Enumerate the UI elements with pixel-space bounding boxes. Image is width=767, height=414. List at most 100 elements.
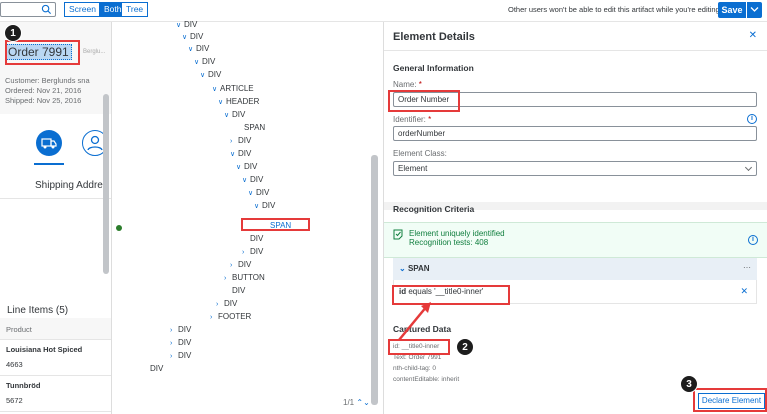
tree-node[interactable]: › DIV [230, 260, 251, 269]
table-row[interactable]: Louisiana Hot Spiced 4663 [0, 340, 111, 376]
general-info-heading: General Information [393, 63, 474, 73]
tree-node[interactable]: ∨ DIV [242, 175, 263, 184]
tree-node[interactable]: ∨ DIV [188, 44, 209, 53]
chevron-down-icon: ∨ [176, 22, 182, 29]
recognition-status-strip: Element uniquely identified Recognition … [384, 222, 767, 258]
chevron-down-icon: ∨ [194, 59, 200, 66]
tree-node[interactable]: ∨ DIV [194, 57, 215, 66]
top-toolbar: Screen Both Tree Other users won't be ab… [0, 0, 767, 22]
chevron-right-icon: › [216, 301, 219, 308]
chevron-down-icon: ∨ [188, 46, 194, 53]
divider [384, 50, 767, 51]
search-input[interactable] [0, 2, 56, 17]
tree-node[interactable]: › FOOTER [210, 312, 251, 321]
ordered-text: Ordered: Nov 21, 2016 [5, 86, 82, 95]
customer-text: Customer: Berglunds sna [5, 76, 90, 85]
chevron-down-icon: ∨ [182, 34, 188, 41]
chevron-down-icon [750, 7, 759, 12]
product-id: 4663 [6, 360, 23, 369]
tree-node[interactable]: ∨ DIV [182, 32, 203, 41]
tree-node[interactable]: › DIV [170, 338, 191, 347]
table-row[interactable]: Tunnbröd 5672 [0, 376, 111, 412]
save-button[interactable]: Save [718, 2, 746, 18]
shipping-address-heading: Shipping Addre [35, 180, 103, 191]
identifier-field[interactable]: orderNumber [393, 126, 757, 141]
captured-content-editable: contentEditable: inherit [393, 376, 460, 383]
name-label: Name: * [393, 80, 422, 89]
chevron-down-icon: ∨ [242, 177, 248, 184]
chevron-right-icon: › [230, 262, 233, 269]
element-details-panel: Element Details ✕ General Information Na… [383, 22, 767, 414]
tree-node[interactable]: › BUTTON [224, 273, 265, 282]
step-marker-1: 1 [4, 24, 22, 42]
tree-node[interactable]: › DIV [230, 136, 251, 145]
criteria-group-header[interactable]: ⌄ SPAN ⋯ [393, 258, 757, 280]
chevron-down-icon: ∨ [236, 164, 242, 171]
chevron-right-icon: › [170, 353, 173, 360]
chevron-right-icon: › [170, 327, 173, 334]
tree-node[interactable]: ∨ DIV [200, 70, 221, 79]
close-icon[interactable]: ✕ [749, 30, 757, 41]
tree-node[interactable]: DIV [242, 234, 263, 243]
info-icon[interactable]: i [748, 235, 758, 245]
search-icon [41, 4, 52, 15]
chevron-down-icon: ∨ [230, 151, 236, 158]
tree-node[interactable]: ∨ DIV [176, 20, 197, 29]
span-node-highlight [241, 218, 310, 231]
segment-tree[interactable]: Tree [121, 2, 149, 17]
line-items-heading: Line Items (5) [7, 305, 69, 316]
tree-pager: 1/1 ⌃⌄ [343, 398, 370, 407]
chevron-right-icon: › [224, 275, 227, 282]
order-title-highlight [5, 40, 80, 65]
identifier-label: Identifier: * [393, 115, 432, 124]
column-header-product: Product [6, 325, 32, 334]
element-class-label: Element Class: [393, 149, 447, 158]
pager-count: 1/1 [343, 398, 355, 407]
table-header-row: Product [0, 318, 111, 340]
tree-node[interactable]: ∨ HEADER [218, 97, 259, 106]
info-icon[interactable]: i [747, 114, 757, 124]
chevron-down-icon: ∨ [254, 203, 260, 210]
chevron-down-icon: ∨ [218, 99, 224, 106]
tree-node[interactable]: › DIV [170, 325, 191, 334]
product-name: Louisiana Hot Spiced [6, 345, 83, 354]
truck-icon [41, 138, 57, 149]
tree-scrollbar[interactable] [371, 155, 378, 405]
app-preview-panel: Order 7991 Berglu... Customer: Berglunds… [0, 22, 112, 414]
declare-button-highlight [693, 388, 767, 412]
tree-node[interactable]: ∨ DIV [248, 188, 269, 197]
selected-indicator-dot [116, 225, 122, 231]
divider [0, 198, 111, 199]
captured-text: Text: Order 7991 [393, 354, 442, 361]
arrow-icon [398, 302, 431, 341]
chevron-right-icon: › [242, 249, 245, 256]
tree-node[interactable]: SPAN [236, 123, 265, 132]
step-marker-2: 2 [456, 338, 474, 356]
tree-node[interactable]: DIV [142, 364, 163, 373]
element-class-select[interactable]: Element [393, 161, 757, 176]
order-subtitle: Berglu... [83, 49, 106, 55]
more-options-icon[interactable]: ⋯ [743, 263, 751, 272]
tree-node[interactable]: ∨ DIV [236, 162, 257, 171]
pager-arrows-icon[interactable]: ⌃⌄ [356, 398, 369, 407]
remove-criteria-icon[interactable]: ✕ [740, 286, 748, 297]
chevron-right-icon: › [230, 138, 233, 145]
preview-scrollbar[interactable] [103, 94, 109, 274]
step-marker-3: 3 [680, 375, 698, 393]
tree-node[interactable]: DIV [224, 286, 245, 295]
tree-node[interactable]: ∨ ARTICLE [212, 84, 254, 93]
tree-node[interactable]: ∨ DIV [224, 110, 245, 119]
tree-node[interactable]: › DIV [242, 247, 263, 256]
tree-node[interactable]: › DIV [216, 299, 237, 308]
product-id: 5672 [6, 396, 23, 405]
tree-node[interactable]: ∨ DIV [230, 149, 251, 158]
shipping-tab-icon[interactable] [36, 130, 62, 156]
name-field-highlight [388, 90, 460, 112]
captured-nth-child: nth-child-tag: 0 [393, 365, 436, 372]
chevron-right-icon: › [210, 314, 213, 321]
save-dropdown-button[interactable] [747, 2, 762, 18]
segment-screen[interactable]: Screen [64, 2, 101, 17]
tree-node[interactable]: ∨ DIV [254, 201, 275, 210]
tree-node[interactable]: › DIV [170, 351, 191, 360]
shipped-text: Shipped: Nov 25, 2016 [5, 96, 82, 105]
